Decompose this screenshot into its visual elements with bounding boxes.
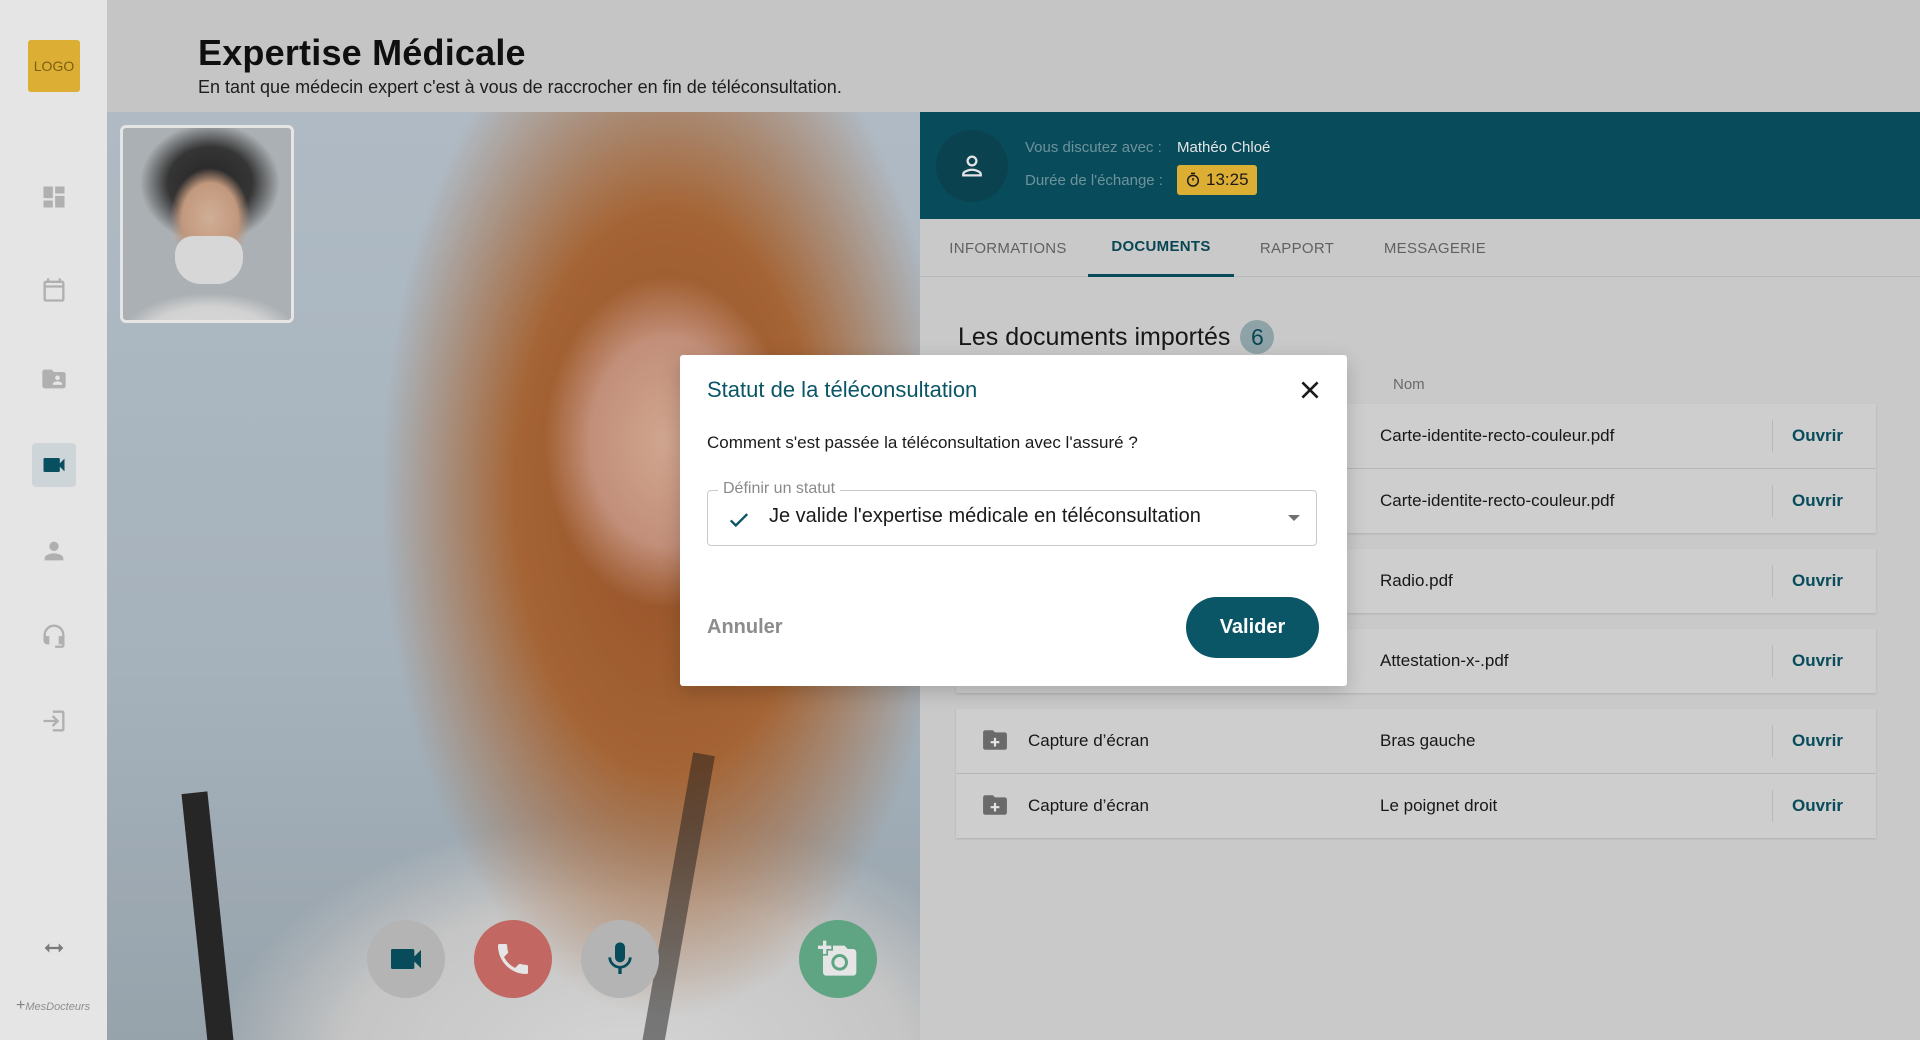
status-select[interactable]: Définir un statut Je valide l'expertise … [707, 480, 1317, 546]
dialog-title: Statut de la téléconsultation [707, 377, 978, 402]
check-icon [729, 513, 749, 528]
validate-button[interactable]: Valider [1186, 597, 1319, 658]
status-select-value: Je valide l'expertise médicale en téléco… [769, 505, 1201, 527]
chevron-down-icon [1288, 515, 1300, 521]
status-select-label: Définir un statut [718, 480, 841, 498]
status-dialog: Statut de la téléconsultation Comment s'… [680, 355, 1347, 686]
cancel-button[interactable]: Annuler [707, 616, 783, 639]
close-icon[interactable] [1297, 377, 1323, 403]
dialog-question: Comment s'est passée la téléconsultation… [707, 433, 1138, 452]
